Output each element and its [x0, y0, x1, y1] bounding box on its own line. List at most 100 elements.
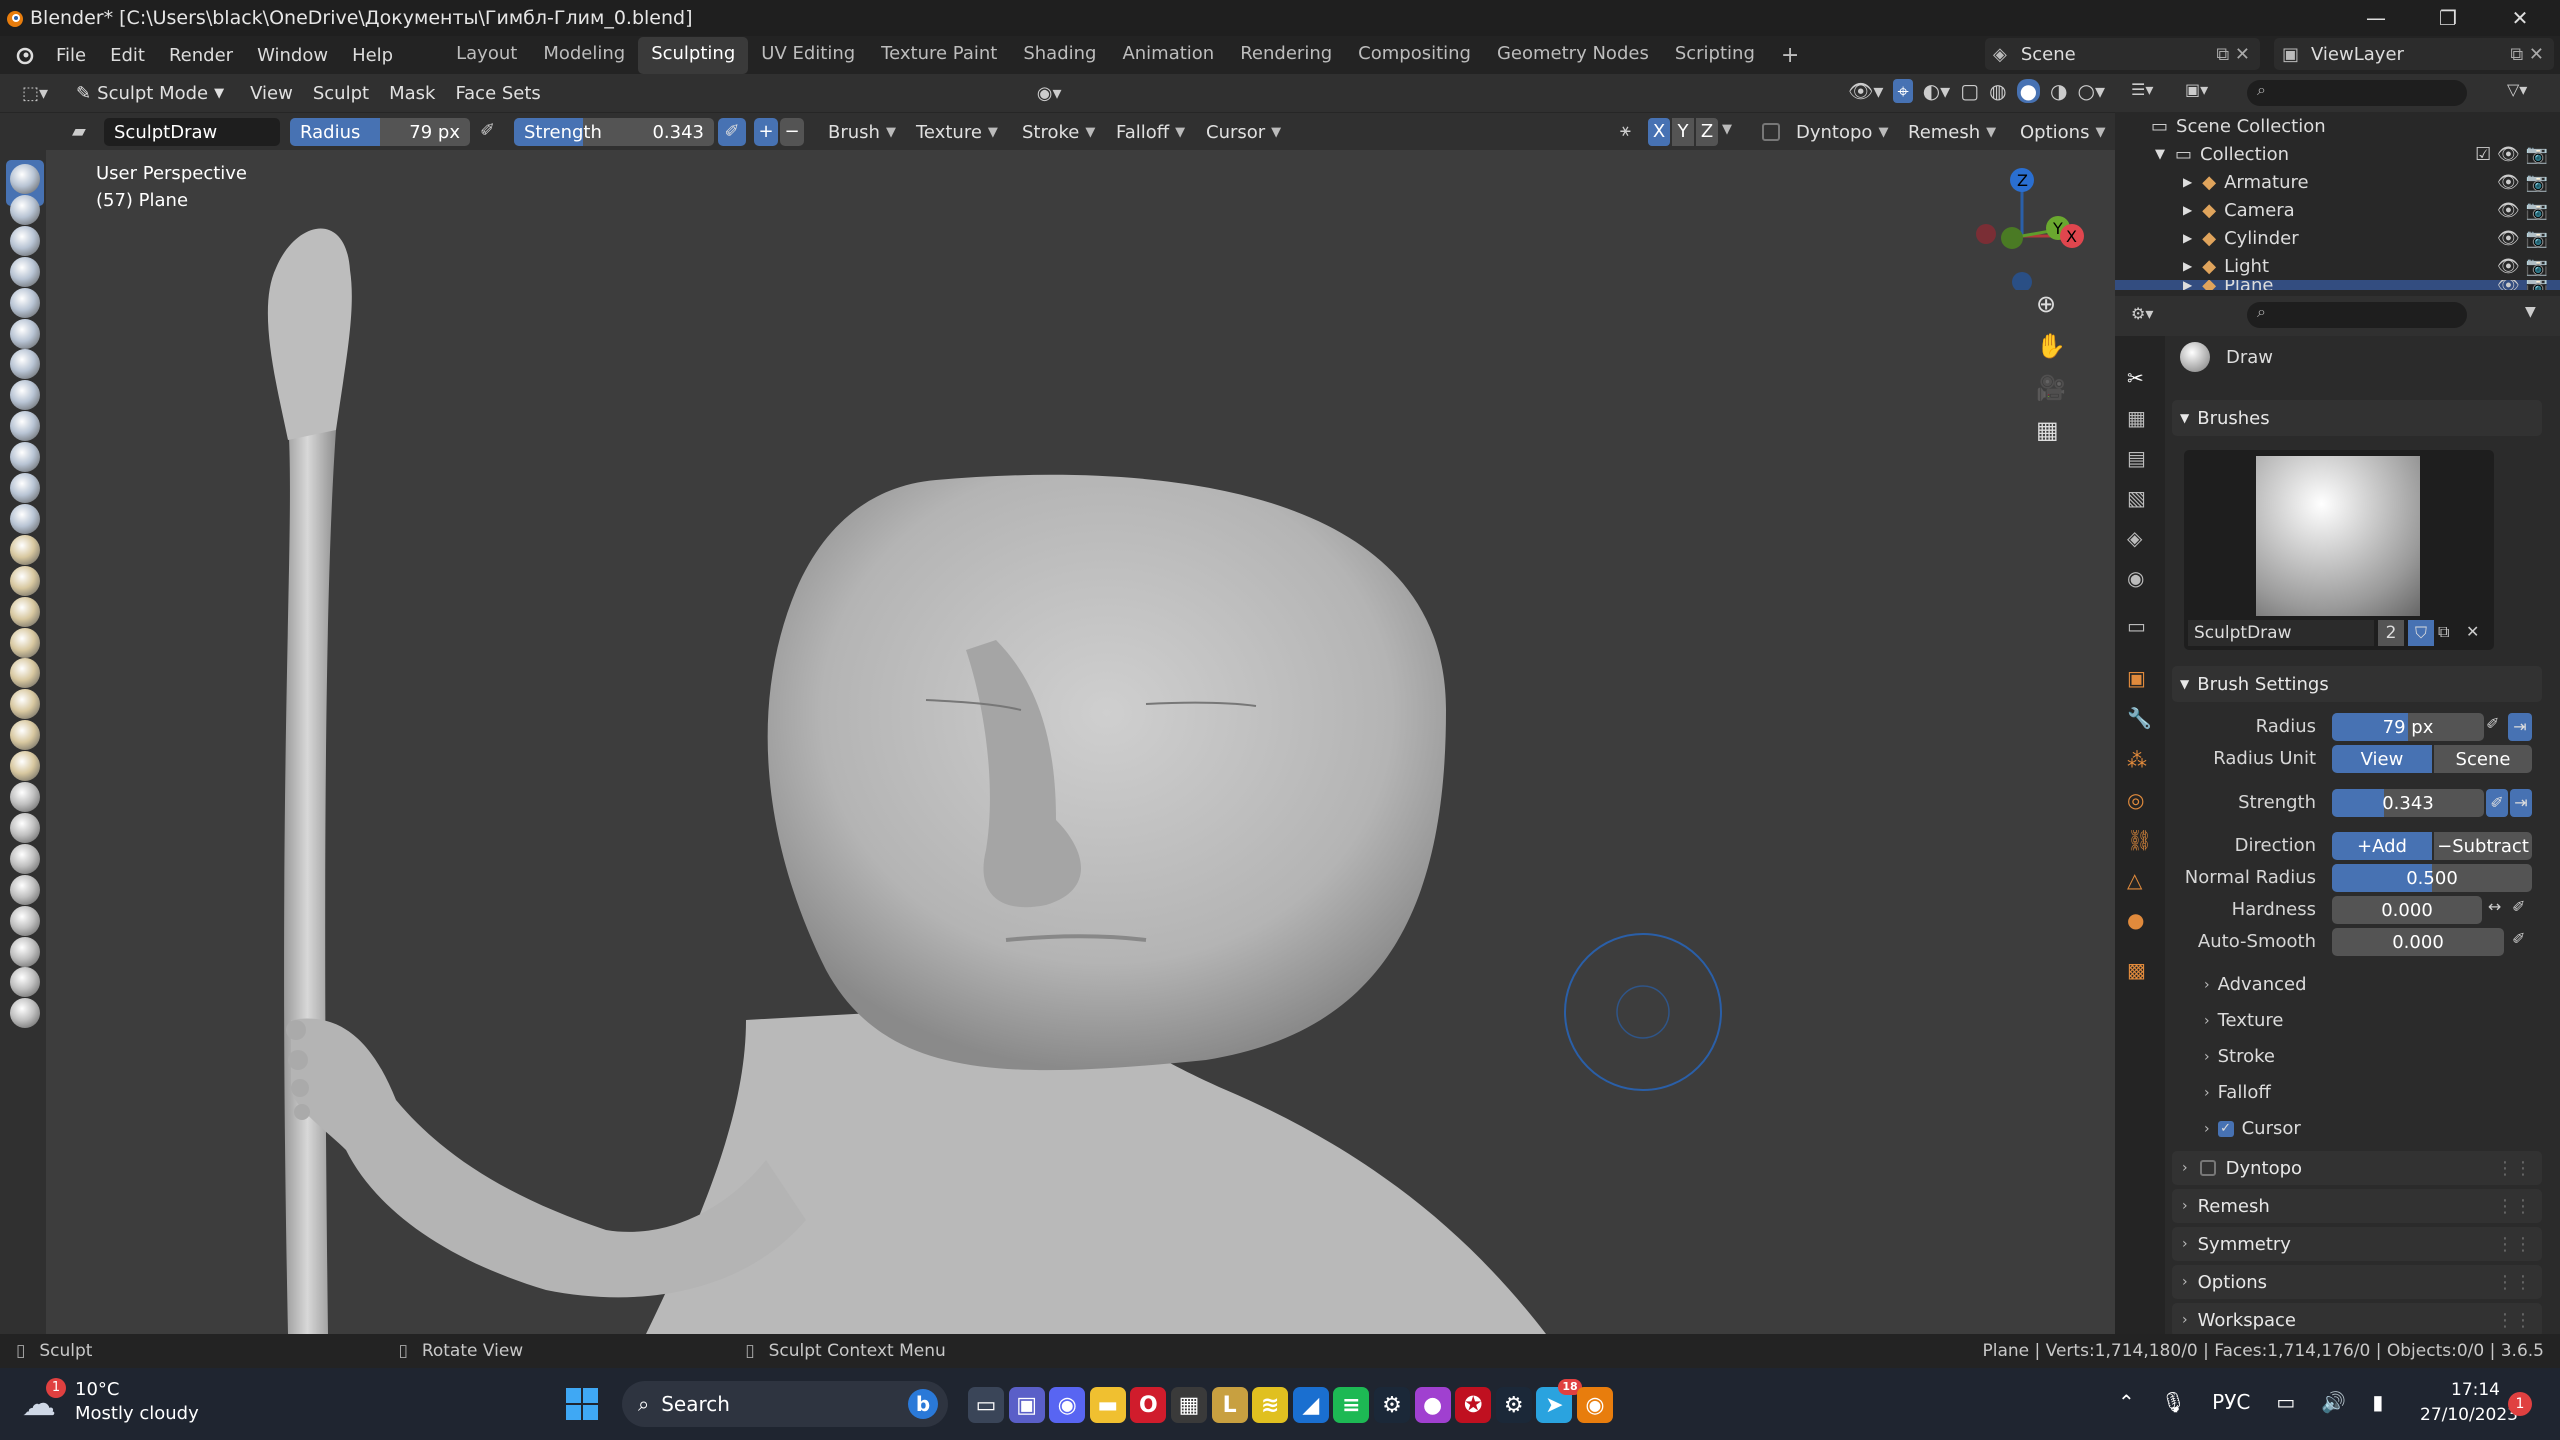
- autosmooth-pressure-icon[interactable]: ✐: [2512, 929, 2525, 948]
- constraints-tab-icon[interactable]: ⛓: [2127, 828, 2152, 852]
- bandicam-app-icon[interactable]: ≋: [1252, 1387, 1289, 1423]
- visibility-icon[interactable]: 👁▾: [1848, 79, 1883, 103]
- expand-arrow-icon[interactable]: ▶: [2183, 175, 2192, 189]
- particles-tab-icon[interactable]: ⁂: [2127, 748, 2147, 772]
- tool-simplify-icon[interactable]: [10, 936, 40, 967]
- blender-app-icon[interactable]: ◉: [1577, 1387, 1613, 1423]
- start-windows-icon[interactable]: [566, 1388, 598, 1420]
- league-app-icon[interactable]: L: [1211, 1387, 1248, 1423]
- brush-settings-panel-header[interactable]: ▼ Brush Settings: [2172, 666, 2542, 702]
- maximize-button[interactable]: ❐: [2412, 0, 2484, 36]
- menu-help[interactable]: Help: [340, 45, 405, 66]
- outliner-collection[interactable]: ▼ ▭ Collection ☑ 👁 📷: [2115, 140, 2560, 168]
- strength-pressure-icon[interactable]: ✐: [718, 118, 746, 146]
- radius-unit-icon[interactable]: ⇥: [2508, 713, 2532, 741]
- section-dyntopo[interactable]: › Dyntopo ⋮⋮: [2172, 1151, 2542, 1185]
- teams-app-icon[interactable]: ▣: [1008, 1387, 1045, 1423]
- remesh-dropdown[interactable]: Remesh ▼: [1902, 118, 2002, 146]
- taskbar-search-input[interactable]: ⌕ Search b: [622, 1381, 948, 1427]
- display-mode-icon[interactable]: ▣▾: [2185, 80, 2208, 99]
- tool-inflate-icon[interactable]: [10, 349, 40, 380]
- tab-geometry-nodes[interactable]: Geometry Nodes: [1484, 37, 1662, 74]
- visibility-icons[interactable]: 👁 📷: [2497, 172, 2548, 193]
- outliner-item-light[interactable]: ▶ ◆ Light 👁 📷: [2115, 252, 2560, 280]
- telegram-app-icon[interactable]: ➤ 18: [1536, 1379, 1582, 1423]
- outliner-editor-icon[interactable]: ☰▾: [2131, 80, 2153, 99]
- tab-modeling[interactable]: Modeling: [530, 37, 638, 74]
- material-tab-icon[interactable]: ●: [2127, 908, 2144, 932]
- section-options[interactable]: › Options ⋮⋮: [2172, 1265, 2542, 1299]
- view-layer-name[interactable]: ViewLayer: [2311, 44, 2404, 65]
- solid-shading-icon[interactable]: ●: [2016, 79, 2041, 103]
- collection-tab-icon[interactable]: ▭: [2127, 614, 2146, 638]
- dyntopo-checkbox[interactable]: [1762, 123, 1780, 141]
- brush-preview-box[interactable]: SculptDraw 2 ⛉ ⧉ ✕: [2184, 450, 2494, 650]
- visibility-icons[interactable]: 👁 📷: [2497, 280, 2548, 290]
- navigation-gizmo[interactable]: Z Y X: [1966, 160, 2086, 290]
- steam-app-icon[interactable]: ⚙: [1374, 1387, 1410, 1423]
- tab-scripting[interactable]: Scripting: [1662, 37, 1768, 74]
- tool-clay-strips-icon[interactable]: [10, 256, 40, 287]
- visibility-icons[interactable]: 👁 📷: [2497, 228, 2548, 249]
- bing-icon[interactable]: b: [908, 1389, 938, 1419]
- tool-blob-icon[interactable]: [10, 380, 40, 411]
- opera-app-icon[interactable]: O: [1130, 1387, 1167, 1423]
- subpanel-advanced[interactable]: › Advanced: [2204, 974, 2307, 995]
- spotify-app-icon[interactable]: ≡: [1333, 1387, 1370, 1423]
- cursor-checkbox[interactable]: ✓: [2217, 1120, 2234, 1137]
- menu-sculpt[interactable]: Sculpt: [305, 79, 377, 107]
- tool-pose-icon[interactable]: [10, 751, 40, 782]
- fake-user-shield-icon[interactable]: ⛉: [2408, 620, 2434, 646]
- tab-rendering[interactable]: Rendering: [1227, 37, 1345, 74]
- physics-tab-icon[interactable]: ◎: [2127, 788, 2144, 812]
- outliner-item-cylinder[interactable]: ▶ ◆ Cylinder 👁 📷: [2115, 224, 2560, 252]
- direction-subtract-button[interactable]: −: [780, 118, 804, 146]
- tool-multiplane-scrape-icon[interactable]: [10, 565, 40, 596]
- tool-elastic-deform-icon[interactable]: [10, 658, 40, 689]
- expand-arrow-icon[interactable]: ▶: [2183, 259, 2192, 273]
- strength-unified-icon[interactable]: ⇥: [2510, 789, 2532, 817]
- scene-actions-icon[interactable]: ⧉ ✕: [2216, 44, 2250, 65]
- direction-add-button[interactable]: +: [754, 118, 778, 146]
- falloff-dropdown[interactable]: Falloff ▼: [1110, 118, 1191, 146]
- 3d-viewport[interactable]: User Perspective (57) Plane Z Y X ⊕ ✋ 🎥 …: [46, 150, 2115, 1334]
- clock[interactable]: 17:14 27/10/2023: [2420, 1378, 2518, 1428]
- weather-widget[interactable]: ☁ 1: [22, 1378, 68, 1424]
- pan-hand-icon[interactable]: ✋: [2036, 332, 2066, 360]
- tool-draw-face-sets-icon[interactable]: [10, 998, 40, 1029]
- normal-radius-field[interactable]: 0.500: [2332, 864, 2532, 892]
- subpanel-cursor[interactable]: › ✓ Cursor: [2204, 1118, 2301, 1139]
- menu-view[interactable]: View: [242, 79, 301, 107]
- scene-selector[interactable]: ◈ Scene ⧉ ✕: [1985, 38, 2260, 70]
- tool-mask-icon[interactable]: [10, 967, 40, 998]
- tab-layout[interactable]: Layout: [443, 37, 530, 74]
- close-button[interactable]: ✕: [2484, 0, 2556, 36]
- tool-scrape-icon[interactable]: [10, 534, 40, 565]
- zoom-icon[interactable]: ⊕: [2036, 290, 2066, 318]
- radius-pressure-icon[interactable]: ✐: [2486, 714, 2499, 733]
- file-explorer-app-icon[interactable]: ▬: [1089, 1387, 1126, 1423]
- render-tab-icon[interactable]: ▦: [2127, 406, 2146, 430]
- drag-handle-icon[interactable]: ⋮⋮: [2496, 1272, 2532, 1293]
- tool-boundary-icon[interactable]: [10, 874, 40, 905]
- menu-mask[interactable]: Mask: [381, 79, 443, 107]
- tool-draw-icon[interactable]: [10, 164, 40, 194]
- app-blue-app-icon[interactable]: ◢: [1292, 1387, 1329, 1423]
- perspective-grid-icon[interactable]: ▦: [2036, 416, 2066, 444]
- tool-thumb-icon[interactable]: [10, 720, 40, 751]
- autosmooth-field[interactable]: 0.000: [2332, 928, 2504, 956]
- view-layer-selector[interactable]: ▣ ViewLayer ⧉ ✕: [2274, 38, 2554, 70]
- drag-handle-icon[interactable]: ⋮⋮: [2496, 1196, 2532, 1217]
- section-symmetry[interactable]: › Symmetry ⋮⋮: [2172, 1227, 2542, 1261]
- brush-name-field[interactable]: SculptDraw: [2188, 620, 2374, 646]
- tool-snake-hook-icon[interactable]: [10, 689, 40, 720]
- tool-draw-sharp-icon[interactable]: [10, 194, 40, 225]
- visibility-icons[interactable]: 👁 📷: [2497, 200, 2548, 221]
- subpanel-falloff[interactable]: › Falloff: [2204, 1082, 2271, 1103]
- minimize-button[interactable]: —: [2340, 0, 2412, 36]
- outliner-scene-collection[interactable]: ▭ Scene Collection: [2115, 112, 2560, 140]
- tab-texture-paint[interactable]: Texture Paint: [868, 37, 1010, 74]
- drag-handle-icon[interactable]: ⋮⋮: [2496, 1310, 2532, 1331]
- outliner-item-plane[interactable]: ▶ ◆ Plane 👁 📷: [2115, 280, 2560, 290]
- tool-rotate-icon[interactable]: [10, 812, 40, 843]
